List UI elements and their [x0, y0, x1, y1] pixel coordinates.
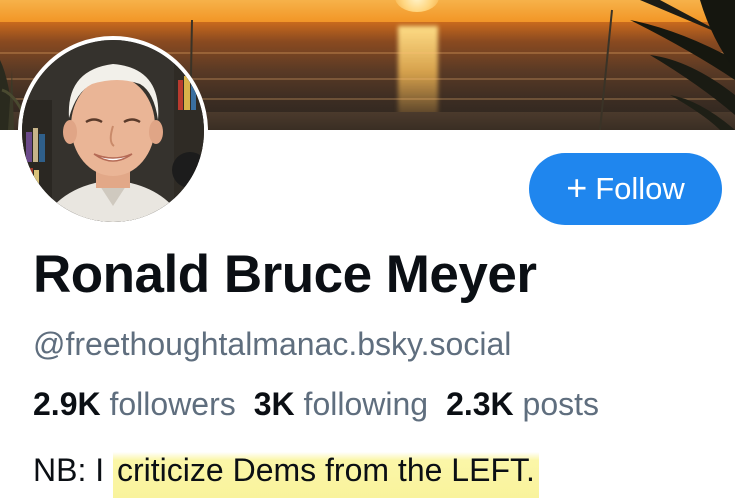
profile-handle[interactable]: @freethoughtalmanac.bsky.social: [33, 326, 511, 363]
follow-button[interactable]: + Follow: [529, 153, 722, 225]
follow-button-label: Follow: [595, 171, 685, 206]
following-label: following: [303, 386, 429, 422]
bio-highlighted-text: criticize Dems from the LEFT.: [113, 452, 539, 498]
posts-count: 2.3K: [446, 386, 514, 422]
posts-label: posts: [522, 386, 600, 422]
bio-prefix: NB: I: [33, 452, 105, 488]
followers-label: followers: [109, 386, 236, 422]
followers-count: 2.9K: [33, 386, 101, 422]
profile-bio: NB: I criticize Dems from the LEFT.: [33, 452, 539, 498]
display-name: Ronald Bruce Meyer: [33, 245, 537, 304]
following-stat[interactable]: 3K following: [254, 386, 428, 423]
avatar-photo: [22, 40, 204, 222]
followers-stat[interactable]: 2.9K followers: [33, 386, 236, 423]
posts-stat: 2.3K posts: [446, 386, 599, 423]
following-count: 3K: [253, 386, 295, 422]
profile-stats: 2.9K followers 3K following 2.3K posts: [33, 386, 599, 423]
avatar[interactable]: [18, 36, 208, 226]
plus-icon: +: [566, 166, 588, 208]
